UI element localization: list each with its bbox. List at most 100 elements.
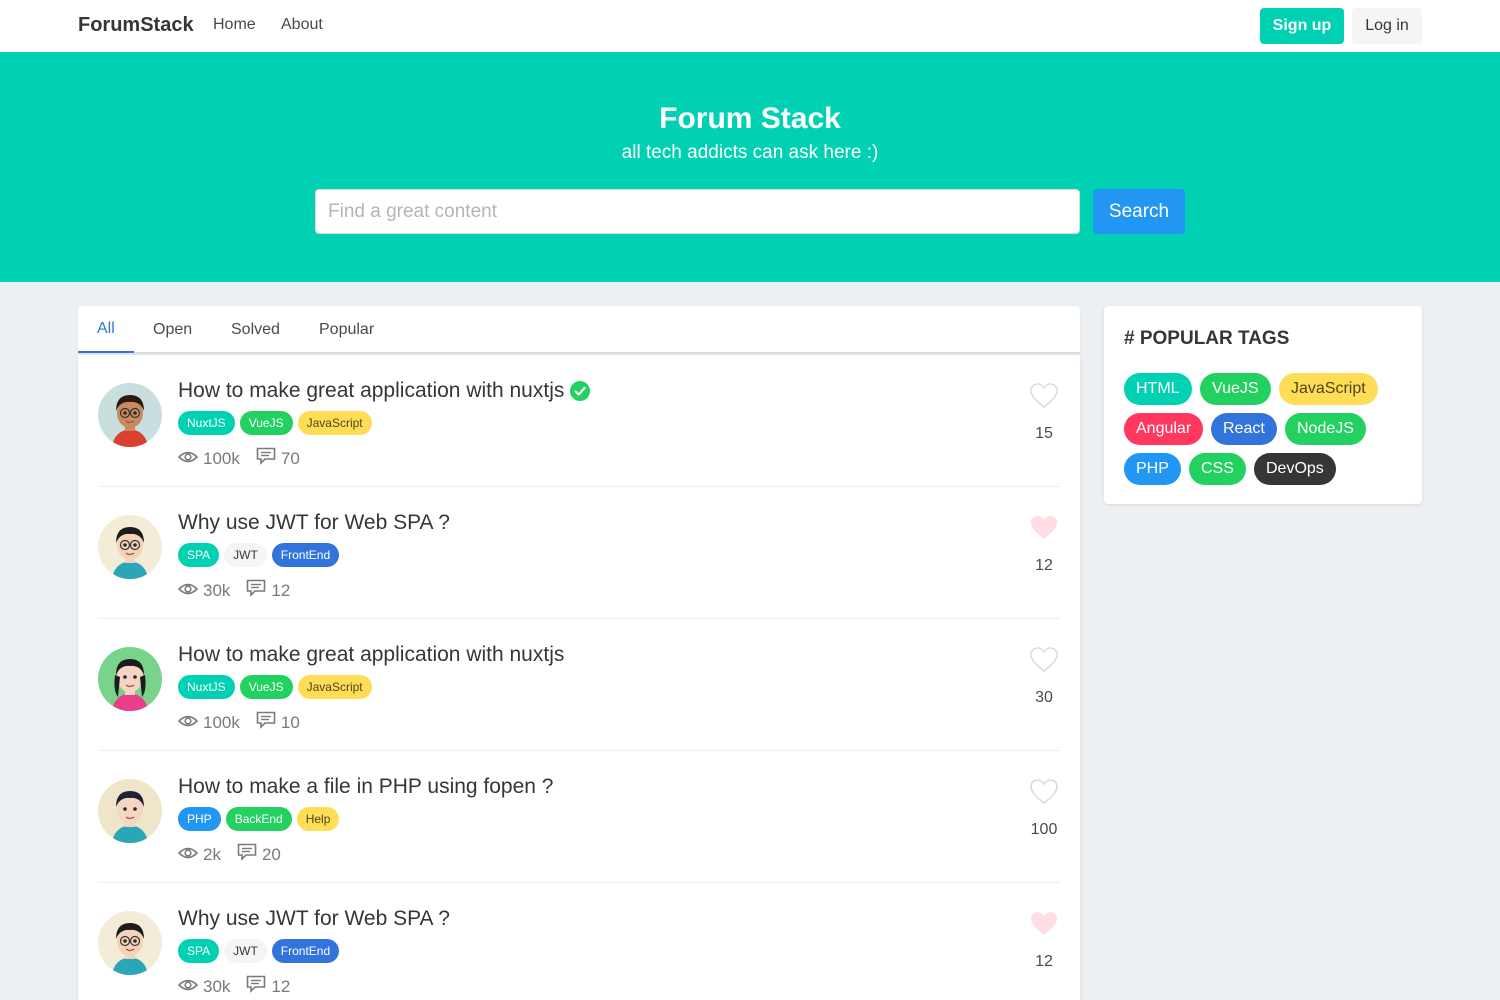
brand-logo[interactable]: ForumStack [78, 14, 194, 37]
question-title[interactable]: How to make great application with nuxtj… [178, 379, 591, 403]
avatar[interactable] [98, 647, 162, 711]
question-tags: PHP BackEnd Help [178, 807, 340, 831]
tag-nuxtjs[interactable]: NuxtJS [178, 411, 235, 435]
heart-icon[interactable] [1030, 647, 1058, 673]
popular-tag-javascript[interactable]: JavaScript [1279, 373, 1378, 405]
hero-title: Forum Stack [659, 102, 841, 135]
login-button[interactable]: Log in [1352, 8, 1422, 44]
views-count: 2k [203, 844, 221, 864]
filter-tabs: All Open Solved Popular [78, 306, 1080, 353]
heart-icon[interactable] [1030, 911, 1058, 937]
views-stat: 100k [177, 712, 240, 733]
avatar[interactable] [98, 779, 162, 843]
comments-stat: 10 [256, 711, 300, 734]
tag-jwt[interactable]: JWT [224, 939, 267, 963]
tab-solved[interactable]: Solved [231, 306, 280, 353]
question-list: How to make great application with nuxtj… [78, 355, 1080, 1000]
popular-tag-php[interactable]: PHP [1124, 453, 1181, 485]
popular-tag-angular[interactable]: Angular [1124, 413, 1204, 445]
question-title-text[interactable]: Why use JWT for Web SPA ? [178, 907, 450, 931]
views-count: 30k [203, 976, 231, 996]
eye-icon [177, 713, 203, 733]
views-count: 100k [203, 448, 240, 468]
question-stats: 30k 12 [177, 975, 306, 998]
views-stat: 30k [177, 580, 231, 601]
tag-jwt[interactable]: JWT [224, 543, 267, 567]
popular-tag-html[interactable]: HTML [1124, 373, 1192, 405]
popular-tag-css[interactable]: CSS [1189, 453, 1246, 485]
views-stat: 2k [177, 844, 221, 865]
tag-vuejs[interactable]: VueJS [239, 675, 293, 699]
search-input[interactable] [315, 189, 1080, 234]
check-circle-icon [570, 381, 591, 401]
popular-tag-vuejs[interactable]: VueJS [1200, 373, 1271, 405]
tag-javascript[interactable]: JavaScript [297, 411, 372, 435]
question-stats: 100k 10 [177, 711, 316, 734]
comments-stat: 70 [256, 447, 300, 470]
avatar[interactable] [98, 383, 162, 447]
tab-open[interactable]: Open [153, 306, 192, 353]
eye-icon [177, 977, 203, 997]
tag-help[interactable]: Help [296, 807, 340, 831]
question-title[interactable]: Why use JWT for Web SPA ? [178, 907, 450, 931]
comments-stat: 12 [246, 579, 290, 602]
question-title-text[interactable]: Why use JWT for Web SPA ? [178, 511, 450, 535]
comments-stat: 20 [237, 843, 281, 866]
tag-spa[interactable]: SPA [178, 543, 220, 567]
views-count: 30k [203, 580, 231, 600]
question-tags: NuxtJS VueJS JavaScript [178, 411, 372, 435]
tag-backend[interactable]: BackEnd [225, 807, 292, 831]
comment-icon [246, 975, 271, 998]
tag-frontend[interactable]: FrontEnd [271, 543, 340, 567]
popular-tags-panel: # POPULAR TAGS HTML VueJS JavaScript Angula… [1104, 306, 1422, 504]
hero-subtitle: all tech addicts can ask here :) [621, 142, 879, 163]
question-title[interactable]: Why use JWT for Web SPA ? [178, 511, 450, 535]
nav-link-home[interactable]: Home [213, 16, 256, 34]
tag-frontend[interactable]: FrontEnd [271, 939, 340, 963]
comment-icon [237, 843, 262, 866]
question-stats: 2k 20 [177, 843, 297, 866]
views-count: 100k [203, 712, 240, 732]
like-count: 12 [1035, 953, 1053, 970]
comments-count: 70 [280, 448, 300, 468]
question-title[interactable]: How to make great application with nuxtj… [178, 643, 564, 667]
tab-popular[interactable]: Popular [319, 306, 374, 353]
popular-tag-nodejs[interactable]: NodeJS [1285, 413, 1366, 445]
question-stats: 100k 70 [177, 447, 316, 470]
question-title-text[interactable]: How to make a file in PHP using fopen ? [178, 775, 554, 799]
heart-icon[interactable] [1030, 515, 1058, 541]
heart-icon[interactable] [1030, 779, 1058, 805]
question-item: Why use JWT for Web SPA ? SPA JWT FrontEnd … [98, 883, 1060, 1000]
heart-icon[interactable] [1030, 383, 1058, 409]
eye-icon [177, 845, 203, 865]
question-title[interactable]: How to make a file in PHP using fopen ? [178, 775, 554, 799]
comments-count: 10 [280, 712, 300, 732]
popular-tags-title: # POPULAR TAGS [1124, 328, 1290, 349]
tab-all[interactable]: All [78, 306, 134, 353]
tag-javascript[interactable]: JavaScript [297, 675, 372, 699]
views-stat: 30k [177, 976, 231, 997]
tag-vuejs[interactable]: VueJS [239, 411, 293, 435]
avatar[interactable] [98, 911, 162, 975]
search-button[interactable]: Search [1093, 189, 1185, 234]
popular-tag-react[interactable]: React [1211, 413, 1277, 445]
comments-count: 12 [271, 976, 291, 996]
question-item: How to make great application with nuxtj… [98, 355, 1060, 487]
tag-nuxtjs[interactable]: NuxtJS [178, 675, 235, 699]
question-stats: 30k 12 [177, 579, 306, 602]
like-count: 15 [1035, 425, 1053, 442]
question-item: Why use JWT for Web SPA ? SPA JWT FrontEnd … [98, 487, 1060, 619]
like-count: 12 [1035, 557, 1053, 574]
tag-spa[interactable]: SPA [178, 939, 220, 963]
nav-link-about[interactable]: About [281, 16, 323, 34]
comments-count: 20 [261, 844, 281, 864]
tag-php[interactable]: PHP [178, 807, 221, 831]
comment-icon [256, 711, 281, 734]
signup-button[interactable]: Sign up [1260, 8, 1344, 44]
question-item: How to make a file in PHP using fopen ? P… [98, 751, 1060, 883]
question-title-text[interactable]: How to make great application with nuxtj… [178, 379, 564, 403]
like-count: 100 [1030, 821, 1058, 838]
avatar[interactable] [98, 515, 162, 579]
popular-tag-devops[interactable]: DevOps [1254, 453, 1336, 485]
question-title-text[interactable]: How to make great application with nuxtj… [178, 643, 564, 667]
